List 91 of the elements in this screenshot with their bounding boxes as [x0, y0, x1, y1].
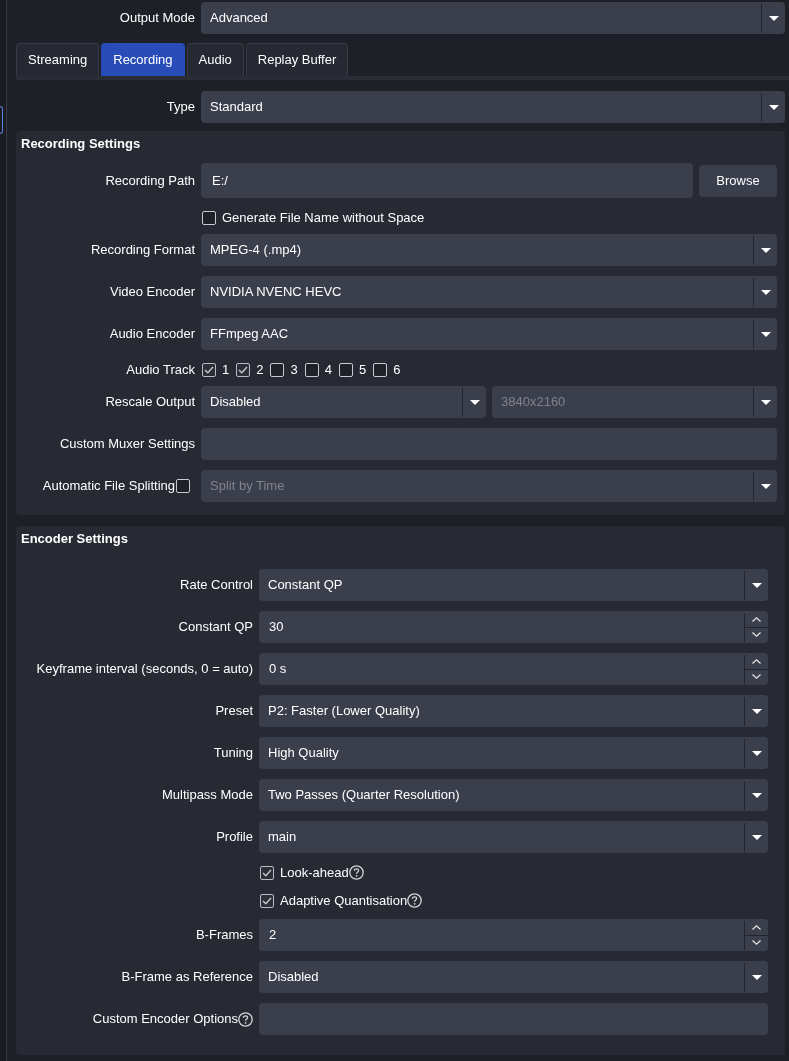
- spin-box[interactable]: 0 s: [259, 653, 768, 685]
- tab[interactable]: Streaming: [16, 43, 100, 76]
- track-label: 5: [358, 361, 367, 379]
- setting-label: Preset: [215, 702, 253, 721]
- checkmark-icon: [238, 365, 249, 374]
- tab[interactable]: Replay Buffer: [245, 43, 349, 76]
- help-icon[interactable]: [407, 893, 423, 909]
- checkmark-icon: [204, 365, 214, 374]
- checkbox-label: Look-ahead: [280, 864, 349, 882]
- chevron-up-icon[interactable]: [752, 617, 761, 622]
- caret-down-icon: [751, 974, 762, 980]
- track-label: 1: [222, 361, 230, 379]
- input-field[interactable]: [201, 428, 777, 460]
- dropdown[interactable]: main: [259, 821, 768, 853]
- chevron-down-icon[interactable]: [752, 632, 761, 637]
- text-field[interactable]: E:/: [201, 163, 693, 198]
- setting-label: Rate Control: [180, 576, 253, 595]
- setting-label: Recording Format: [90, 241, 195, 260]
- checkbox[interactable]: [202, 362, 216, 377]
- setting-label: Multipass Mode: [161, 786, 253, 805]
- caret-down-icon: [751, 582, 762, 588]
- setting-label: Custom Muxer Settings: [59, 435, 195, 454]
- dropdown[interactable]: P2: Faster (Lower Quality): [259, 695, 768, 727]
- setting-label: Tuning: [213, 744, 253, 763]
- dropdown[interactable]: Advanced: [201, 2, 785, 34]
- checkbox-label: Adaptive Quantisation: [280, 892, 408, 910]
- setting-label: Custom Encoder Options: [92, 1010, 238, 1029]
- caret-down-icon: [751, 834, 762, 840]
- chevron-up-icon[interactable]: [752, 925, 761, 930]
- setting-label: Automatic File Splitting: [42, 477, 175, 496]
- track-label: 3: [290, 361, 298, 379]
- checkbox[interactable]: [260, 893, 274, 908]
- setting-label: Audio Encoder: [109, 325, 195, 344]
- chevron-down-icon[interactable]: [752, 674, 761, 679]
- caret-down-icon: [751, 750, 762, 756]
- list-item-edge[interactable]: [0, 106, 3, 134]
- dropdown[interactable]: Disabled: [201, 386, 486, 418]
- caret-down-icon: [760, 289, 771, 295]
- checkbox-label: Generate File Name without Space: [222, 209, 425, 227]
- chevron-down-icon[interactable]: [752, 940, 761, 945]
- caret-down-icon: [760, 399, 771, 405]
- caret-down-icon: [469, 399, 480, 405]
- group-title: Encoder Settings: [21, 530, 128, 549]
- setting-label: Constant QP: [178, 618, 253, 637]
- caret-down-icon: [751, 792, 762, 798]
- tab[interactable]: Recording: [101, 43, 185, 76]
- input-field[interactable]: [259, 1003, 768, 1035]
- help-icon[interactable]: [238, 1011, 253, 1027]
- dropdown[interactable]: Constant QP: [259, 569, 768, 601]
- help-icon[interactable]: [348, 865, 364, 881]
- checkmark-icon: [262, 896, 272, 905]
- caret-down-icon: [751, 708, 762, 714]
- setting-label: B-Frame as Reference: [121, 968, 253, 987]
- caret-down-icon: [760, 483, 771, 489]
- track-label: 4: [324, 361, 332, 379]
- setting-label: Rescale Output: [105, 393, 195, 412]
- track-label: 6: [393, 361, 401, 379]
- checkbox[interactable]: [260, 865, 274, 880]
- tab[interactable]: Audio: [186, 43, 244, 76]
- dropdown[interactable]: High Quality: [259, 737, 768, 769]
- setting-label: Type: [166, 98, 195, 117]
- spin-box[interactable]: 30: [259, 611, 768, 643]
- checkbox[interactable]: [236, 362, 251, 377]
- dropdown[interactable]: Two Passes (Quarter Resolution): [259, 779, 768, 811]
- spin-box[interactable]: 2: [259, 919, 768, 951]
- dropdown[interactable]: FFmpeg AAC: [201, 318, 777, 350]
- setting-label: Audio Track: [126, 361, 195, 379]
- group-title: Recording Settings: [21, 135, 141, 154]
- dropdown[interactable]: NVIDIA NVENC HEVC: [201, 276, 777, 308]
- checkbox[interactable]: [338, 362, 353, 377]
- caret-down-icon: [768, 104, 779, 110]
- dropdown[interactable]: MPEG-4 (.mp4): [201, 234, 777, 266]
- checkbox[interactable]: [202, 210, 216, 225]
- setting-label: Keyframe interval (seconds, 0 = auto): [36, 660, 253, 679]
- setting-label: Output Mode: [119, 9, 195, 28]
- checkbox[interactable]: [373, 362, 388, 377]
- setting-label: Profile: [216, 828, 253, 847]
- checkmark-icon: [262, 868, 272, 877]
- caret-down-icon: [760, 331, 771, 337]
- browse-button[interactable]: Browse: [699, 164, 777, 197]
- setting-label: Recording Path: [105, 171, 195, 190]
- setting-label: B-Frames: [195, 926, 253, 945]
- chevron-up-icon[interactable]: [752, 659, 761, 664]
- checkbox[interactable]: [304, 362, 319, 377]
- caret-down-icon: [760, 247, 771, 253]
- dropdown[interactable]: Standard: [201, 91, 785, 123]
- setting-label: Video Encoder: [109, 283, 195, 302]
- checkbox[interactable]: [270, 362, 285, 377]
- track-label: 2: [256, 361, 264, 379]
- dropdown[interactable]: Disabled: [259, 961, 768, 993]
- caret-down-icon: [768, 15, 779, 21]
